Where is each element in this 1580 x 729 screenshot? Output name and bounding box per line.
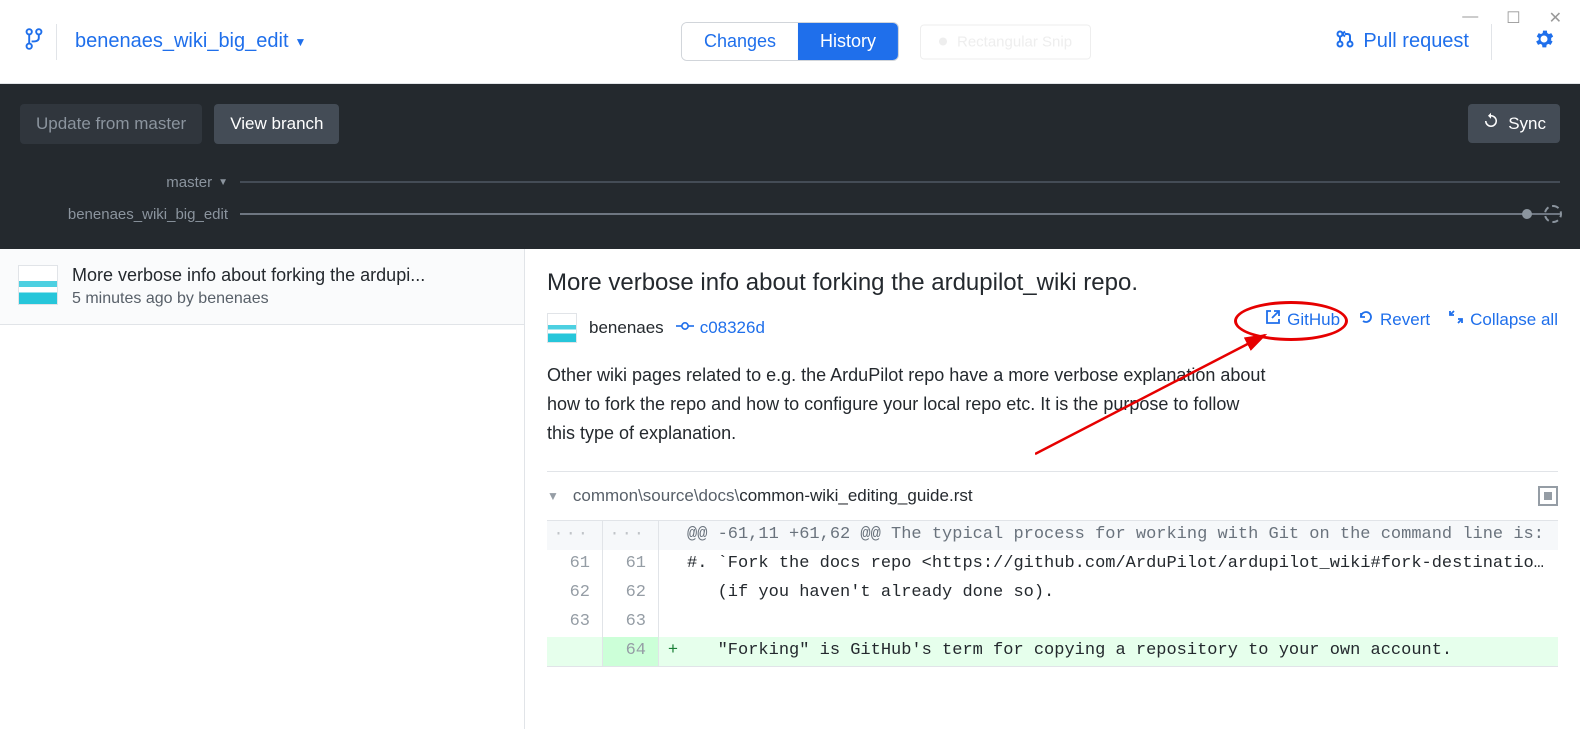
sync-button[interactable]: Sync (1468, 104, 1560, 143)
diff-line: 62 62 (if you haven't already done so). (547, 579, 1558, 608)
timeline-line-branch (240, 213, 1560, 215)
chevron-down-icon: ▼ (218, 177, 228, 188)
settings-button[interactable] (1532, 27, 1556, 57)
update-from-master-button[interactable]: Update from master (20, 104, 202, 144)
dot-icon (1544, 492, 1552, 500)
commit-sha: c08326d (700, 318, 765, 338)
pull-request-label: Pull request (1363, 30, 1469, 53)
commit-list-item[interactable]: More verbose info about forking the ardu… (0, 249, 524, 325)
branch-timeline: master ▼ benenaes_wiki_big_edit (20, 166, 1560, 230)
file-path: common\source\docs\common-wiki_editing_g… (573, 486, 973, 506)
external-link-icon (1265, 309, 1281, 330)
commit-actions: GitHub Revert Collapse all (1265, 309, 1558, 330)
commit-author: benenaes (589, 318, 664, 338)
diff-view: ······ @@ -61,11 +61,62 @@ The typical p… (547, 520, 1558, 666)
commit-meta: 5 minutes ago by benenaes (72, 290, 506, 308)
commit-sha-link[interactable]: c08326d (676, 318, 765, 338)
revert-label: Revert (1380, 310, 1430, 330)
undo-icon (1358, 309, 1374, 330)
divider (1491, 24, 1492, 60)
commit-title: More verbose info about forking the ardu… (72, 265, 506, 286)
chevron-down-icon: ▼ (295, 35, 307, 49)
collapse-all-button[interactable]: Collapse all (1448, 309, 1558, 330)
avatar (547, 313, 577, 343)
commit-detail-title: More verbose info about forking the ardu… (547, 269, 1558, 297)
view-branch-button[interactable]: View branch (214, 104, 339, 144)
revert-button[interactable]: Revert (1358, 309, 1430, 330)
commit-message-body: Other wiki pages related to e.g. the Ard… (547, 361, 1267, 447)
tab-history[interactable]: History (798, 23, 898, 60)
commit-list: More verbose info about forking the ardu… (0, 249, 525, 729)
diff-line: 61 61 #. `Fork the docs repo <https://gi… (547, 550, 1558, 579)
avatar (18, 265, 58, 305)
collapse-label: Collapse all (1470, 310, 1558, 330)
github-label: GitHub (1287, 310, 1340, 330)
divider (56, 24, 57, 60)
timeline-branch-label: benenaes_wiki_big_edit (20, 206, 240, 223)
file-viewed-checkbox[interactable] (1538, 486, 1558, 506)
diff-line-added: 64 + "Forking" is GitHub's term for copy… (547, 637, 1558, 666)
commit-icon (676, 318, 694, 338)
snip-overlay: Rectangular Snip (920, 24, 1091, 59)
pull-request-button[interactable]: Pull request (1335, 29, 1469, 55)
app-header: benenaes_wiki_big_edit ▼ Changes History… (0, 0, 1580, 84)
sync-icon (1482, 112, 1500, 135)
commit-dot-icon (1522, 209, 1532, 219)
snip-label: Rectangular Snip (957, 33, 1072, 50)
diff-hunk-header: ······ @@ -61,11 +61,62 @@ The typical p… (547, 521, 1558, 550)
commit-detail: More verbose info about forking the ardu… (525, 249, 1580, 729)
collapse-icon (1448, 309, 1464, 330)
pull-request-icon (1335, 29, 1355, 55)
file-header[interactable]: ▼ common\source\docs\common-wiki_editing… (547, 471, 1558, 520)
content-area: More verbose info about forking the ardu… (0, 249, 1580, 729)
diff-line: 63 63 (547, 608, 1558, 637)
view-tabs: Changes History (681, 22, 899, 61)
chevron-down-icon: ▼ (547, 489, 559, 503)
branch-icon (24, 27, 44, 57)
timeline-line-master (240, 181, 1560, 183)
branch-name-label: benenaes_wiki_big_edit (75, 30, 289, 53)
tab-changes[interactable]: Changes (682, 23, 798, 60)
sync-label: Sync (1508, 114, 1546, 134)
branch-selector[interactable]: benenaes_wiki_big_edit ▼ (75, 30, 306, 53)
branch-toolbar: Update from master View branch Sync mast… (0, 84, 1580, 249)
record-dot-icon (939, 38, 947, 46)
timeline-master-label[interactable]: master ▼ (20, 174, 240, 191)
head-ring-icon (1544, 205, 1562, 223)
github-link[interactable]: GitHub (1265, 309, 1340, 330)
